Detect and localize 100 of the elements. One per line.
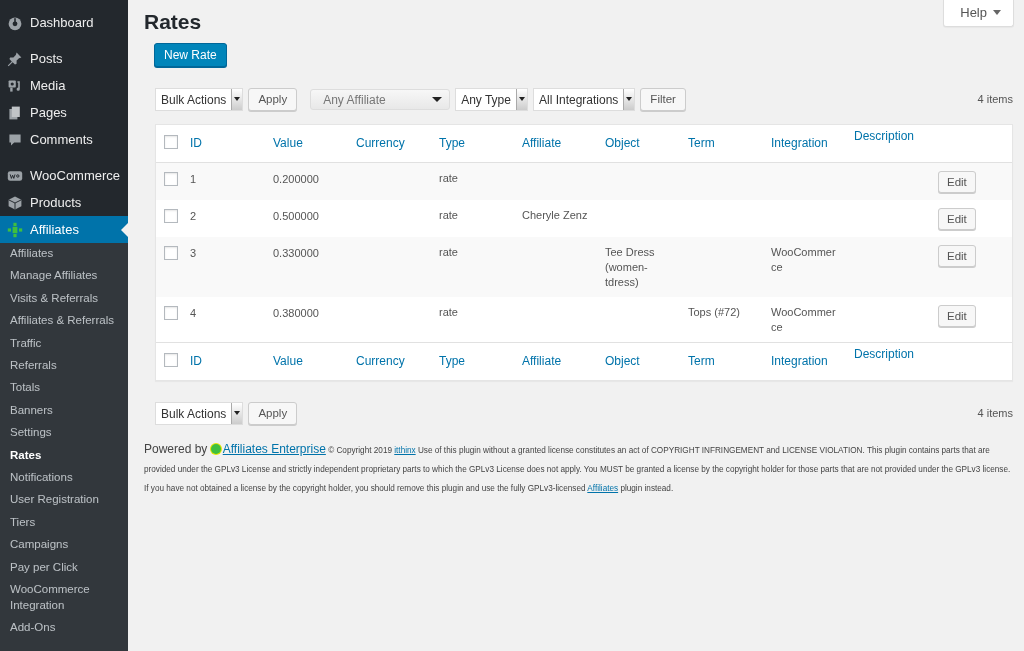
network-icon — [210, 444, 221, 454]
table-cell: 0.500000 — [273, 209, 319, 224]
submenu-item[interactable]: Referrals — [0, 355, 128, 378]
submenu-item[interactable]: Banners — [0, 399, 128, 423]
sidebar-item[interactable]: Pages — [0, 99, 128, 126]
filter-dropdown[interactable]: Any Type — [455, 87, 528, 111]
table-cell: 0.380000 — [273, 306, 319, 321]
checkbox[interactable] — [164, 246, 178, 260]
sidebar-item[interactable]: Comments — [0, 126, 128, 153]
submenu-item[interactable]: Pay per Click — [0, 556, 128, 580]
submenu-item[interactable]: Settings — [0, 422, 128, 445]
column-header[interactable]: Currency — [356, 136, 405, 150]
sidebar-item[interactable]: Media — [0, 72, 128, 99]
column-header[interactable]: Description — [854, 347, 915, 361]
submenu-item[interactable]: Notifications — [0, 467, 128, 490]
filter-dropdown[interactable]: All Integrations — [532, 87, 636, 111]
apply-button[interactable]: Apply — [248, 87, 298, 111]
checkbox[interactable] — [164, 306, 178, 320]
table-cell-text: WooCommerce — [771, 305, 837, 335]
checkbox[interactable] — [164, 172, 178, 186]
pin-icon — [7, 50, 23, 67]
column-header[interactable]: Integration — [771, 354, 828, 368]
table-cell: 4 — [190, 306, 197, 321]
filter-dropdown[interactable]: Any Affiliate — [310, 88, 451, 110]
submenu-item[interactable]: Visits & Referrals — [0, 287, 128, 311]
table-cell: Cheryle Zenz — [522, 208, 588, 223]
column-header[interactable]: Value — [273, 354, 303, 368]
pages-icon — [7, 104, 23, 121]
submenu-item[interactable]: Traffic — [0, 332, 128, 356]
sidebar-item[interactable]: Posts — [0, 45, 128, 72]
help-button[interactable]: Help — [943, 0, 1014, 27]
author-link[interactable]: itthinx — [394, 446, 416, 455]
checkbox[interactable] — [164, 353, 178, 367]
table-cell: 3 — [190, 246, 197, 261]
submenu-item[interactable]: Rates — [0, 444, 128, 468]
page-title: Rates — [144, 10, 202, 34]
column-header[interactable]: ID — [190, 136, 202, 150]
submenu-item[interactable]: Affiliates — [0, 243, 128, 266]
edit-button[interactable]: Edit — [938, 245, 976, 267]
column-header[interactable]: Term — [688, 136, 715, 150]
sidebar-item[interactable]: Dashboard — [0, 9, 128, 36]
submenu-item[interactable]: Add-Ons — [0, 616, 128, 640]
item-count: 4 items — [977, 93, 1013, 105]
caret-icon — [623, 88, 635, 110]
caret-icon — [231, 402, 243, 424]
table-cell: 0.330000 — [273, 246, 319, 261]
comment-icon — [7, 131, 23, 148]
apply-button[interactable]: Apply — [248, 401, 298, 425]
column-header[interactable]: Affiliate — [522, 354, 562, 368]
column-header[interactable]: Type — [439, 354, 465, 368]
column-header[interactable]: Object — [605, 136, 640, 150]
bulk-actions-dropdown[interactable]: Bulk Actions — [155, 87, 244, 111]
sidebar-item[interactable]: WooCommerce — [0, 162, 128, 189]
media-icon — [7, 77, 23, 94]
caret-icon — [231, 88, 243, 110]
sidebar-item[interactable]: Affiliates — [0, 216, 128, 243]
gauge-icon — [7, 14, 23, 31]
column-header[interactable]: Description — [854, 129, 915, 143]
submenu-item[interactable]: User Registration — [0, 489, 128, 512]
sidebar-item[interactable]: Products — [0, 189, 128, 216]
submenu-item[interactable]: Affiliates & Referrals — [0, 310, 128, 333]
table-cell: rate — [439, 171, 458, 186]
table-cell: rate — [439, 305, 458, 320]
box-icon — [7, 194, 23, 211]
column-header[interactable]: Currency — [356, 354, 405, 368]
submenu-item[interactable]: Totals — [0, 377, 128, 400]
column-header[interactable]: Object — [605, 354, 640, 368]
column-header[interactable]: Affiliate — [522, 136, 562, 150]
table-cell-text: Tee Dress (women-tdress) — [605, 245, 656, 290]
submenu-item[interactable]: Tiers — [0, 511, 128, 535]
filter-button[interactable]: Filter — [640, 87, 686, 111]
bulk-actions-dropdown[interactable]: Bulk Actions — [155, 401, 244, 425]
item-count: 4 items — [977, 407, 1013, 419]
checkbox[interactable] — [164, 209, 178, 223]
plugin-link[interactable]: Affiliates — [587, 484, 619, 493]
column-header[interactable]: Type — [439, 136, 465, 150]
footer-notice: Powered by Affiliates Enterprise © Copyright 2019 itthinx Use of this plugin without a granted license constitutes an act of COPYRIGHT INFRINGEMENT and LICENSE VIOLATION. This plugin contains parts that are provided under the GPLv3 License and strictly independent proprietary parts to which the GPLv3 License does not apply. You MUST be granted a license by the copyright holder for those parts that are not provided under the GPLv3 license. If you have not obtained a license by the copyright holder, you should remove this plugin and use the fully GPLv3-licensed Affiliates plugin instead. — [144, 441, 1012, 495]
table-cell: 1 — [190, 172, 197, 187]
submenu-item[interactable]: WooCommerce Integration — [0, 579, 128, 617]
network-icon — [7, 221, 23, 238]
submenu-item[interactable]: Campaigns — [0, 534, 128, 557]
table-cell-text: WooCommerce — [771, 245, 837, 275]
brand-link[interactable]: Affiliates Enterprise — [222, 442, 326, 456]
table-cell: 0.200000 — [273, 172, 319, 187]
column-header[interactable]: Value — [273, 136, 303, 150]
column-header[interactable]: Integration — [771, 136, 828, 150]
new-rate-button[interactable]: New Rate — [154, 43, 227, 67]
edit-button[interactable]: Edit — [938, 208, 976, 230]
table-cell: rate — [439, 245, 458, 260]
caret-icon — [515, 88, 527, 110]
table-cell: 2 — [190, 209, 197, 224]
edit-button[interactable]: Edit — [938, 305, 976, 327]
caret-icon — [993, 10, 1001, 15]
submenu-item[interactable]: Manage Affiliates — [0, 265, 128, 288]
checkbox[interactable] — [164, 135, 178, 149]
table-cell: rate — [439, 208, 458, 223]
table-cell: Tops (#72) — [688, 305, 740, 320]
column-header[interactable]: ID — [190, 354, 202, 368]
edit-button[interactable]: Edit — [938, 171, 976, 193]
column-header[interactable]: Term — [688, 354, 715, 368]
